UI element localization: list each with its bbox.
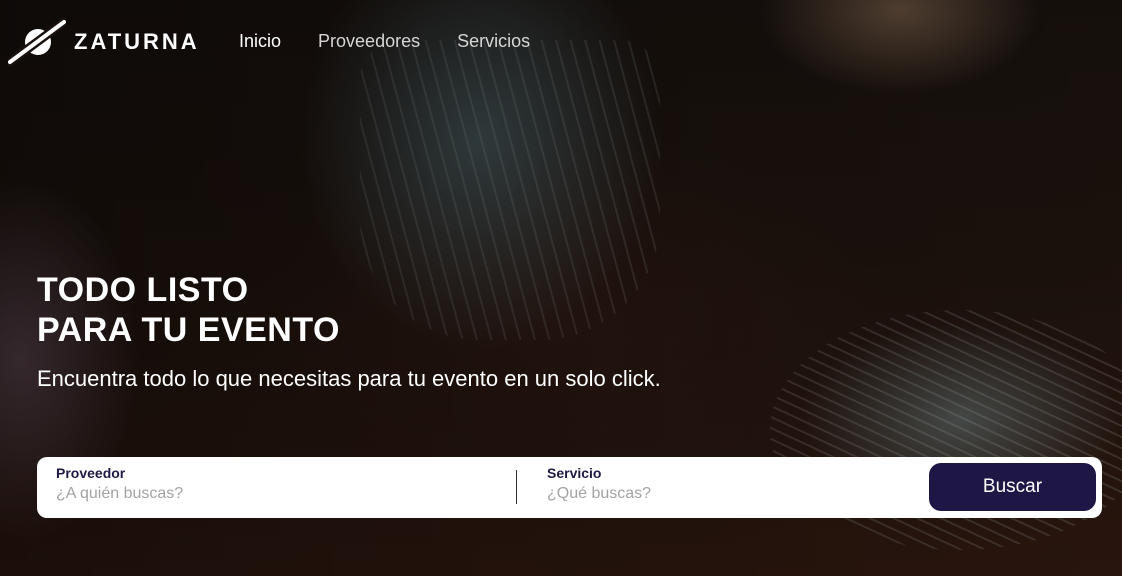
service-label: Servicio <box>547 465 602 481</box>
headline-line-2: PARA TU EVENTO <box>37 311 340 349</box>
hero-tagline: Encuentra todo lo que necesitas para tu … <box>37 366 661 391</box>
search-divider <box>516 470 517 504</box>
brand-name: ZATURNA <box>74 29 200 54</box>
nav-link-proveedores[interactable]: Proveedores <box>318 31 420 52</box>
service-input[interactable] <box>547 485 927 503</box>
hero-section: ZATURNA Inicio Proveedores Servicios TOD… <box>0 0 1122 576</box>
main-nav: Inicio Proveedores Servicios <box>239 31 530 52</box>
headline-line-1: TODO LISTO <box>37 271 249 309</box>
provider-field: Proveedor <box>56 465 436 503</box>
provider-label: Proveedor <box>56 465 126 481</box>
search-button[interactable]: Buscar <box>929 463 1096 511</box>
search-bar: Proveedor Servicio Buscar <box>37 457 1102 518</box>
nav-link-inicio[interactable]: Inicio <box>239 31 281 52</box>
service-field: Servicio <box>547 465 927 503</box>
provider-input[interactable] <box>56 485 436 503</box>
hero-headline: TODO LISTO PARA TU EVENTO <box>37 270 340 350</box>
brand-logo[interactable]: ZATURNA <box>8 16 200 68</box>
navbar: ZATURNA Inicio Proveedores Servicios <box>0 0 1122 84</box>
saturn-logo-icon <box>8 17 66 67</box>
nav-link-servicios[interactable]: Servicios <box>457 31 530 52</box>
